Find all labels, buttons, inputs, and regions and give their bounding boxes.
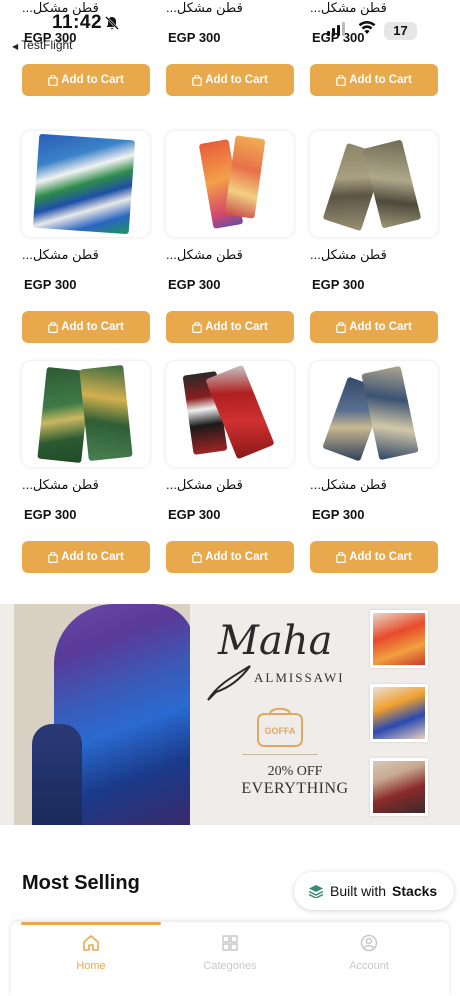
banner-thumbnail [370,758,428,816]
built-with-stacks-badge[interactable]: Built with Stacks [294,872,454,910]
product-image[interactable] [310,131,438,237]
banner-thumbnail [370,684,428,742]
battery-indicator: 17 [384,22,417,40]
add-to-cart-label: Add to Cart [61,321,124,333]
nav-label-home: Home [76,960,106,972]
bottom-navigation: Home Categories Account [11,922,449,996]
product-image[interactable] [22,131,150,237]
product-name: قطن مشكل... [22,477,99,492]
product-image[interactable] [166,131,294,237]
add-to-cart-label: Add to Cart [205,74,268,86]
nav-label-categories: Categories [203,960,257,972]
wifi-icon [358,20,376,34]
add-to-cart-button[interactable]: Add to Cart [22,541,150,573]
shopping-bag-icon [192,74,202,86]
shopping-bag-icon [336,321,346,333]
add-to-cart-label: Add to Cart [349,74,412,86]
user-icon [360,934,378,952]
scarf-image [362,139,422,229]
product-name: قطن مشكل... [310,477,387,492]
product-price: EGP 300 [312,277,365,292]
shopping-bag-icon [336,551,346,563]
add-to-cart-button[interactable]: Add to Cart [166,311,294,343]
shopping-bag-icon [192,321,202,333]
section-title: Most Selling [22,872,140,894]
product-image[interactable] [310,361,438,467]
product-price: EGP 300 [24,277,77,292]
scarf-swoosh-icon [207,665,251,701]
logo-text: GOFFA [264,726,296,736]
banner-thumbnail [370,610,428,668]
add-to-cart-label: Add to Cart [61,74,124,86]
scarf-image [224,135,266,219]
nav-label-account: Account [349,960,389,972]
product-price: EGP 300 [168,277,221,292]
shopping-bag-icon [336,74,346,86]
add-to-cart-label: Add to Cart [61,551,124,563]
banner-model-photo [14,604,190,825]
model-arm-shape [32,724,82,825]
cellular-signal-icon [327,22,345,36]
back-app-label: TestFlight [21,38,73,52]
brand-subtitle: ALMISSAWI [254,670,345,685]
nav-tab-categories[interactable]: Categories [170,934,290,972]
home-icon [83,935,99,951]
product-price: EGP 300 [24,507,77,522]
add-to-cart-label: Add to Cart [349,321,412,333]
promo-scope: EVERYTHING [241,780,349,797]
product-name: قطن مشكل... [310,247,387,262]
product-price: EGP 300 [312,507,365,522]
mute-bell-icon [105,16,119,30]
scarf-image [79,364,133,462]
promo-discount: 20% OFF [267,764,323,779]
active-tab-indicator [21,922,161,925]
status-time: 11:42 [52,12,103,33]
add-to-cart-label: Add to Cart [205,321,268,333]
add-to-cart-button[interactable]: Add to Cart [166,541,294,573]
scarf-image [32,133,136,235]
promo-banner[interactable]: Maha ALMISSAWI GOFFA 20% OFF EVERYTHING [0,604,460,825]
nav-tab-home[interactable]: Home [31,934,151,972]
shopping-bag-icon [192,551,202,563]
product-name: قطن مشكل... [22,247,99,262]
product-name: قطن مشكل... [166,247,243,262]
back-to-app-link[interactable]: ◀ TestFlight [12,38,73,52]
add-to-cart-button[interactable]: Add to Cart [22,311,150,343]
add-to-cart-label: Add to Cart [349,551,412,563]
nav-tab-account[interactable]: Account [309,934,429,972]
stacks-logo-icon [308,885,324,898]
grid-icon [222,935,238,951]
back-arrow-icon: ◀ [12,42,19,51]
add-to-cart-button[interactable]: Add to Cart [310,64,438,96]
product-image[interactable] [22,361,150,467]
product-price: EGP 300 [168,507,221,522]
status-bar: 11:42 ◀ TestFlight 17 [0,0,460,60]
product-image[interactable] [166,361,294,467]
add-to-cart-button[interactable]: Add to Cart [310,541,438,573]
add-to-cart-button[interactable]: Add to Cart [166,64,294,96]
built-with-brand: Stacks [392,883,438,899]
shopping-bag-icon [48,551,58,563]
banner-divider [242,754,318,755]
product-name: قطن مشكل... [166,477,243,492]
shopping-bag-icon [48,74,58,86]
add-to-cart-button[interactable]: Add to Cart [22,64,150,96]
shopping-bag-icon [48,321,58,333]
built-with-prefix: Built with [330,883,387,899]
scarf-image [361,365,419,461]
add-to-cart-label: Add to Cart [205,551,268,563]
brand-name: Maha [218,618,333,664]
add-to-cart-button[interactable]: Add to Cart [310,311,438,343]
